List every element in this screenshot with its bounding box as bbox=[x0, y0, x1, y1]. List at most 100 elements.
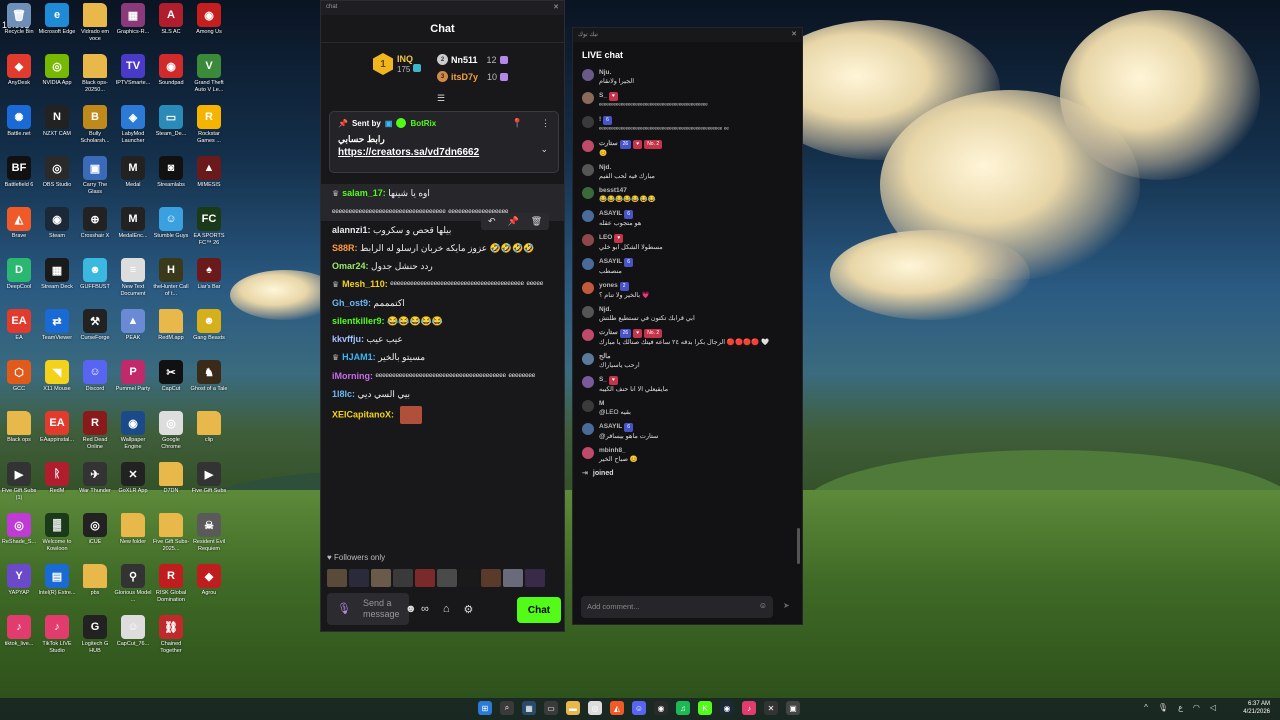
desktop-icon[interactable]: Black ops bbox=[0, 411, 38, 450]
avatar[interactable] bbox=[459, 569, 479, 587]
live-username[interactable]: besst147 bbox=[599, 187, 627, 194]
language-indicator[interactable]: ع bbox=[1178, 703, 1183, 712]
desktop-icon[interactable]: ▭ Steam_De... bbox=[152, 105, 190, 144]
avatar[interactable] bbox=[582, 116, 594, 128]
delete-icon[interactable]: 🗑 bbox=[531, 216, 542, 227]
desktop-icon[interactable]: ◭ Brave bbox=[0, 207, 38, 246]
live-message[interactable]: ASAYIL 6 @ستارت ماهو بيسافر bbox=[573, 420, 802, 444]
chat-message[interactable]: Omar24: ردد حنشل جدول bbox=[321, 257, 564, 275]
avatar[interactable] bbox=[582, 164, 594, 176]
taskbar-kick-icon[interactable]: K bbox=[698, 701, 712, 715]
avatar[interactable] bbox=[582, 187, 594, 199]
taskbar-spotify-icon[interactable]: ♫ bbox=[676, 701, 690, 715]
desktop-icon[interactable]: ◉ Steam bbox=[38, 207, 76, 246]
chat-username[interactable]: HJAM1: bbox=[342, 352, 376, 362]
desktop-icon[interactable]: A SLS AC bbox=[152, 3, 190, 42]
desktop-icon[interactable]: V Grand Theft Auto V Le... bbox=[190, 54, 228, 93]
desktop-icon[interactable]: M Medal bbox=[114, 156, 152, 195]
avatar[interactable] bbox=[415, 569, 435, 587]
avatar[interactable] bbox=[481, 569, 501, 587]
desktop-icon[interactable]: R Red Dead Online bbox=[76, 411, 114, 450]
desktop-icon[interactable]: R Rockstar Games ... bbox=[190, 105, 228, 144]
desktop-icon[interactable]: ◈ LabyMod Launcher bbox=[114, 105, 152, 144]
desktop-icon[interactable]: ◉ Among Us bbox=[190, 3, 228, 42]
desktop-icon[interactable]: EA EA bbox=[0, 309, 38, 348]
avatar[interactable] bbox=[582, 210, 594, 222]
desktop-icon[interactable]: M MedalEnc... bbox=[114, 207, 152, 246]
desktop-icon[interactable]: ▲ MIMESIS bbox=[190, 156, 228, 195]
live-username[interactable]: Njd. bbox=[599, 164, 611, 171]
mic-icon[interactable]: 🎙 bbox=[1158, 703, 1168, 712]
close-icon[interactable]: ✕ bbox=[791, 30, 797, 38]
live-message[interactable]: ASAYIL 6 هو متجوب عقله bbox=[573, 207, 802, 231]
desktop-icon[interactable]: D DeepCool bbox=[0, 258, 38, 297]
chat-message[interactable]: ♛ salam_17: اوه يا شينها bbox=[321, 184, 564, 203]
desktop-icon[interactable]: ⬡ GCC bbox=[0, 360, 38, 399]
taskbar-file-explorer-icon[interactable]: ▬ bbox=[566, 701, 580, 715]
desktop-icon[interactable]: Black ops-20250... bbox=[76, 54, 114, 93]
live-message[interactable]: ستارت 26 ♥ No. 2 الرجال بكرا بدقه ۲٤ ساعه في… bbox=[573, 326, 802, 350]
chat-username[interactable]: salam_17: bbox=[342, 188, 386, 198]
taskbar-tiktok-icon[interactable]: ♪ bbox=[742, 701, 756, 715]
desktop-icon[interactable]: N NZXT CAM bbox=[38, 105, 76, 144]
desktop-icon[interactable]: ♪ TikTok LIVE Studio bbox=[38, 615, 76, 654]
avatar[interactable] bbox=[371, 569, 391, 587]
desktop-icon[interactable]: ▣ Carry The Glass bbox=[76, 156, 114, 195]
desktop-icon[interactable]: HtheHunter Call of t... bbox=[152, 258, 190, 297]
desktop-icon[interactable]: P Pummel Party bbox=[114, 360, 152, 399]
desktop-icon[interactable]: Vidrado em voce bbox=[76, 3, 114, 42]
live-username[interactable]: LEO bbox=[599, 234, 612, 241]
desktop-icon[interactable]: clip bbox=[190, 411, 228, 450]
live-message[interactable]: مالح ارحب ياسياراك bbox=[573, 350, 802, 373]
chat-message[interactable]: XElCapitanoX: bbox=[321, 403, 564, 427]
chat-message[interactable]: ♛ HJAM1: مسيتو بالخير bbox=[321, 348, 564, 367]
avatar[interactable] bbox=[525, 569, 545, 587]
live-username[interactable]: Njd. bbox=[599, 306, 611, 313]
live-username[interactable]: M bbox=[599, 400, 604, 407]
taskbar-widgets-icon[interactable]: ▦ bbox=[522, 701, 536, 715]
avatar[interactable] bbox=[582, 400, 594, 412]
chat-username[interactable]: 1l8lc: bbox=[332, 389, 355, 399]
avatar[interactable] bbox=[582, 234, 594, 246]
desktop-icon[interactable]: ◉ Wallpaper Engine bbox=[114, 411, 152, 450]
chat-message[interactable]: ♛ Mesh_110: ᵉᵉᵉᵉᵉᵉᵉᵉᵉᵉᵉᵉᵉᵉᵉᵉᵉᵉᵉᵉᵉᵉᵉᵉᵉᵉᵉᵉᵉ… bbox=[321, 275, 564, 294]
live-message[interactable]: ASAYIL 6 منصطب bbox=[573, 255, 802, 279]
avatar[interactable] bbox=[582, 92, 594, 104]
avatar[interactable] bbox=[582, 353, 594, 365]
chat-message[interactable]: S88R: عزوز مايكه خربان ارسلو له الرابط 🤣… bbox=[321, 239, 564, 257]
live-message[interactable]: ! 6 ᵉᵉᵉᵉᵉᵉᵉᵉᵉᵉᵉᵉᵉᵉᵉᵉᵉᵉᵉᵉᵉᵉᵉᵉᵉᵉᵉᵉᵉᵉᵉᵉᵉᵉᵉᵉᵉᵉ… bbox=[573, 113, 802, 137]
live-username[interactable]: ! bbox=[599, 116, 601, 123]
desktop-icon[interactable]: New folder bbox=[114, 513, 152, 552]
taskbar-obs-icon[interactable]: ◉ bbox=[654, 701, 668, 715]
chevron-up-icon[interactable]: ^ bbox=[1144, 703, 1148, 712]
live-message[interactable]: Nju. الجيرا ولانقام bbox=[573, 66, 802, 89]
desktop-icon[interactable]: BF Battlefield 6 bbox=[0, 156, 38, 195]
live-username[interactable]: Nju. bbox=[599, 69, 611, 76]
chat-message[interactable]: silentkiller9: 😂😂😂😂😂 bbox=[321, 312, 564, 330]
desktop-icon[interactable]: ◎ OBS Studio bbox=[38, 156, 76, 195]
live-username[interactable]: ASAYIL bbox=[599, 210, 622, 217]
microphone-icon[interactable]: 🎙 bbox=[337, 602, 351, 615]
pinned-link[interactable]: https://creators.sa/vd7dn6662 bbox=[338, 147, 550, 158]
settings-gear-icon[interactable]: ⚙ bbox=[464, 603, 474, 616]
leaderboard-second[interactable]: 2 Nn511 12 bbox=[437, 54, 508, 65]
live-message[interactable]: yones 2 بالخير ولا تنام ؟ 💗 bbox=[573, 279, 802, 303]
desktop-icon[interactable]: ⊕ Crosshair X bbox=[76, 207, 114, 246]
desktop-icon[interactable]: FC EA SPORTS FC™ 26 bbox=[190, 207, 228, 246]
desktop-icon[interactable]: ☺ Stumble Guys bbox=[152, 207, 190, 246]
leaderboard-first[interactable]: 1 INQ 175 bbox=[373, 53, 421, 75]
taskbar-search-icon[interactable]: ⌕ bbox=[500, 701, 514, 715]
live-message[interactable]: M @LEO بقيه bbox=[573, 397, 802, 420]
desktop-icon[interactable]: ▶ Five Gift Subs bbox=[190, 462, 228, 501]
avatar[interactable] bbox=[582, 376, 594, 388]
desktop-icon[interactable]: ♞ Ghost of a Tale bbox=[190, 360, 228, 399]
avatar[interactable] bbox=[582, 140, 594, 152]
live-username[interactable]: ستارت bbox=[599, 140, 618, 147]
live-message[interactable]: S_ ♥ مايقيعلي الا انا حنف الكيبه bbox=[573, 373, 802, 397]
desktop-icon[interactable]: ▶ Five Gift Subs (1) bbox=[0, 462, 38, 501]
chat-username[interactable]: Gh_ost9: bbox=[332, 298, 371, 308]
avatar[interactable] bbox=[582, 69, 594, 81]
clock[interactable]: 6:37 AM 4/21/2026 bbox=[1243, 700, 1270, 716]
pinned-sender[interactable]: BotRix bbox=[410, 119, 436, 128]
kick-emotes-icon[interactable]: ∞ bbox=[421, 603, 429, 616]
